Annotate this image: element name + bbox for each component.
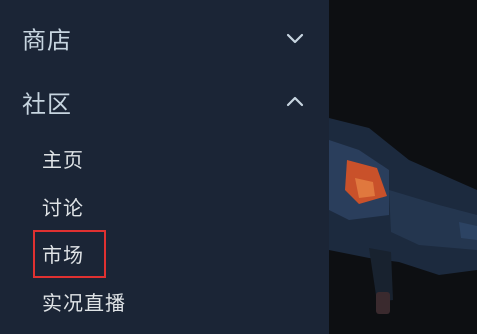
community-item-home[interactable]: 主页 — [42, 143, 84, 177]
section-label-community: 社区 — [22, 90, 72, 119]
community-item-market[interactable]: 市场 — [42, 238, 84, 272]
chevron-up-icon — [286, 96, 304, 107]
menu-section-community[interactable]: 社区 — [0, 74, 329, 130]
section-label-store: 商店 — [22, 26, 72, 55]
community-item-discussions[interactable]: 讨论 — [42, 191, 84, 225]
sidebar-menu: 商店 社区 主页 讨论 市场 实况直播 — [0, 0, 329, 334]
background-game-artwork — [329, 0, 477, 334]
community-item-broadcasts[interactable]: 实况直播 — [42, 286, 126, 320]
menu-section-store[interactable]: 商店 — [0, 10, 329, 66]
chevron-down-icon — [286, 33, 304, 44]
